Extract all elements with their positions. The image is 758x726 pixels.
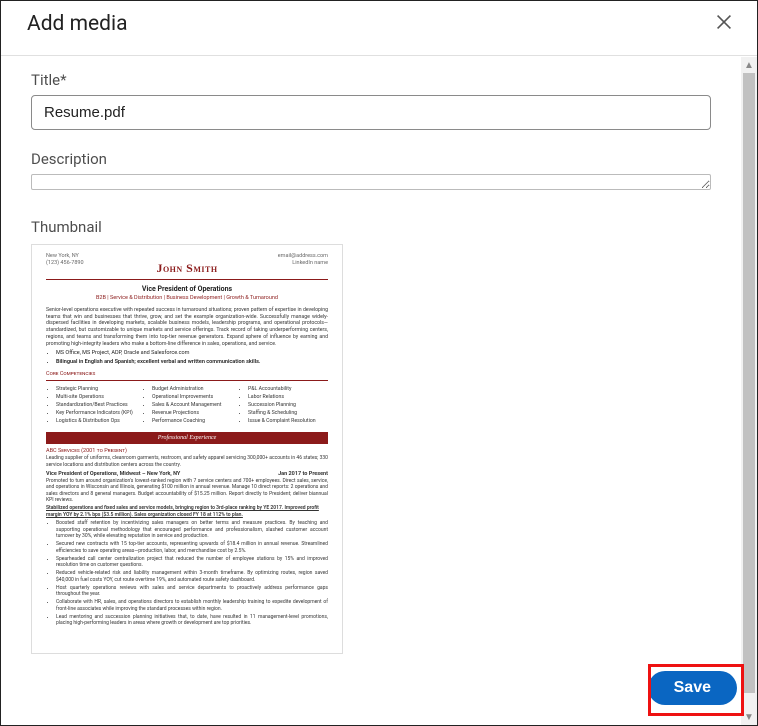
comp-item: Sales & Account Management — [152, 402, 232, 409]
resume-phone: (123) 456-7890 — [46, 260, 84, 267]
comp-item: Logistics & Distribution Ops — [56, 418, 136, 425]
comp-col-1: Strategic PlanningMulti-site OperationsS… — [56, 386, 136, 426]
scroll-up-arrow[interactable]: ▲ — [741, 57, 757, 73]
job-bullets: Boosted staff retention by incentivizing… — [56, 520, 328, 627]
comp-item: Strategic Planning — [56, 386, 136, 393]
resume-divider — [46, 279, 328, 280]
job-bullet: Spearheaded call center centralization p… — [56, 556, 328, 569]
resume-summary: Senior-level operations executive with r… — [46, 307, 328, 348]
comp-col-2: Budget AdministrationOperational Improve… — [152, 386, 232, 426]
thumbnail-section: Thumbnail New York, NY (123) 456-7890 em… — [31, 218, 711, 654]
modal-body: Title* Description Thumbnail New York, N… — [1, 57, 741, 725]
job-bullet: Lead mentoring and succession planning i… — [56, 614, 328, 627]
description-field-group: Description — [31, 150, 711, 194]
comp-item: Key Performance Indicators (KPI) — [56, 410, 136, 417]
comp-item: Budget Administration — [152, 386, 232, 393]
resume-divider — [46, 380, 328, 381]
close-icon[interactable] — [713, 11, 735, 37]
core-competencies-label: Core Competencies — [46, 371, 328, 378]
job-company-desc: Leading supplier of uniforms, cleanroom … — [46, 455, 328, 468]
job-bullet: Host quarterly operations reviews with s… — [56, 585, 328, 598]
job-bullet: Reduced vehicle-related risk and liabili… — [56, 570, 328, 583]
comp-item: Performance Coaching — [152, 418, 232, 425]
add-media-modal: Add media ▲ ▼ Title* Description Thumbna… — [0, 0, 758, 726]
comp-item: P&L Accountability — [248, 386, 328, 393]
scrollbar-thumb[interactable] — [743, 73, 755, 693]
job-bullet: Boosted staff retention by incentivizing… — [56, 520, 328, 540]
job-dates: Jan 2017 to Present — [278, 471, 328, 478]
comp-item: Multi-site Operations — [56, 394, 136, 401]
resume-skill: MS Office, MS Project, ADP, Oracle and S… — [56, 350, 328, 357]
resume-linkedin: LinkedIn name — [278, 260, 328, 267]
job-description: Promoted to turn around organization's l… — [46, 478, 328, 503]
title-field-group: Title* — [31, 71, 711, 130]
save-button[interactable]: Save — [648, 671, 737, 705]
thumbnail-preview: New York, NY (123) 456-7890 email@addres… — [31, 244, 343, 654]
job-title: Vice President of Operations, Midwest – … — [46, 471, 180, 478]
comp-item: Labor Relations — [248, 394, 328, 401]
comp-item: Standardization/Best Practices — [56, 402, 136, 409]
comp-item: Operational Improvements — [152, 394, 232, 401]
modal-footer: Save — [1, 659, 757, 725]
professional-experience-banner: Professional Experience — [46, 432, 328, 444]
comp-item: Issue & Complaint Resolution — [248, 418, 328, 425]
modal-title: Add media — [27, 12, 128, 36]
thumbnail-label: Thumbnail — [31, 218, 711, 236]
comp-item: Revenue Projections — [152, 410, 232, 417]
modal-header: Add media — [1, 1, 757, 56]
resume-role-title: Vice President of Operations — [46, 285, 328, 294]
description-label: Description — [31, 150, 711, 168]
resume-skill: Bilingual in English and Spanish; excell… — [56, 359, 328, 366]
comp-col-3: P&L AccountabilityLabor RelationsSuccess… — [248, 386, 328, 426]
job-bullet: Collaborate with HR, sales, and operatio… — [56, 599, 328, 612]
resume-skills-list: MS Office, MS Project, ADP, Oracle and S… — [56, 350, 328, 366]
job-role-row: Vice President of Operations, Midwest – … — [46, 471, 328, 478]
resume-email: email@address.com — [278, 253, 328, 260]
comp-item: Succession Planning — [248, 402, 328, 409]
title-label: Title* — [31, 71, 711, 89]
competencies-columns: Strategic PlanningMulti-site OperationsS… — [46, 386, 328, 426]
title-input[interactable] — [31, 95, 711, 130]
description-input[interactable] — [31, 174, 711, 190]
job-bullet: Secured new contracts with 15 top-tier a… — [56, 541, 328, 554]
resume-tagline: B2B | Service & Distribution | Business … — [46, 295, 328, 302]
job-highlight: Stabilized operations and fixed sales an… — [46, 505, 328, 518]
comp-item: Staffing & Scheduling — [248, 410, 328, 417]
scrollbar[interactable]: ▲ ▼ — [741, 57, 757, 725]
